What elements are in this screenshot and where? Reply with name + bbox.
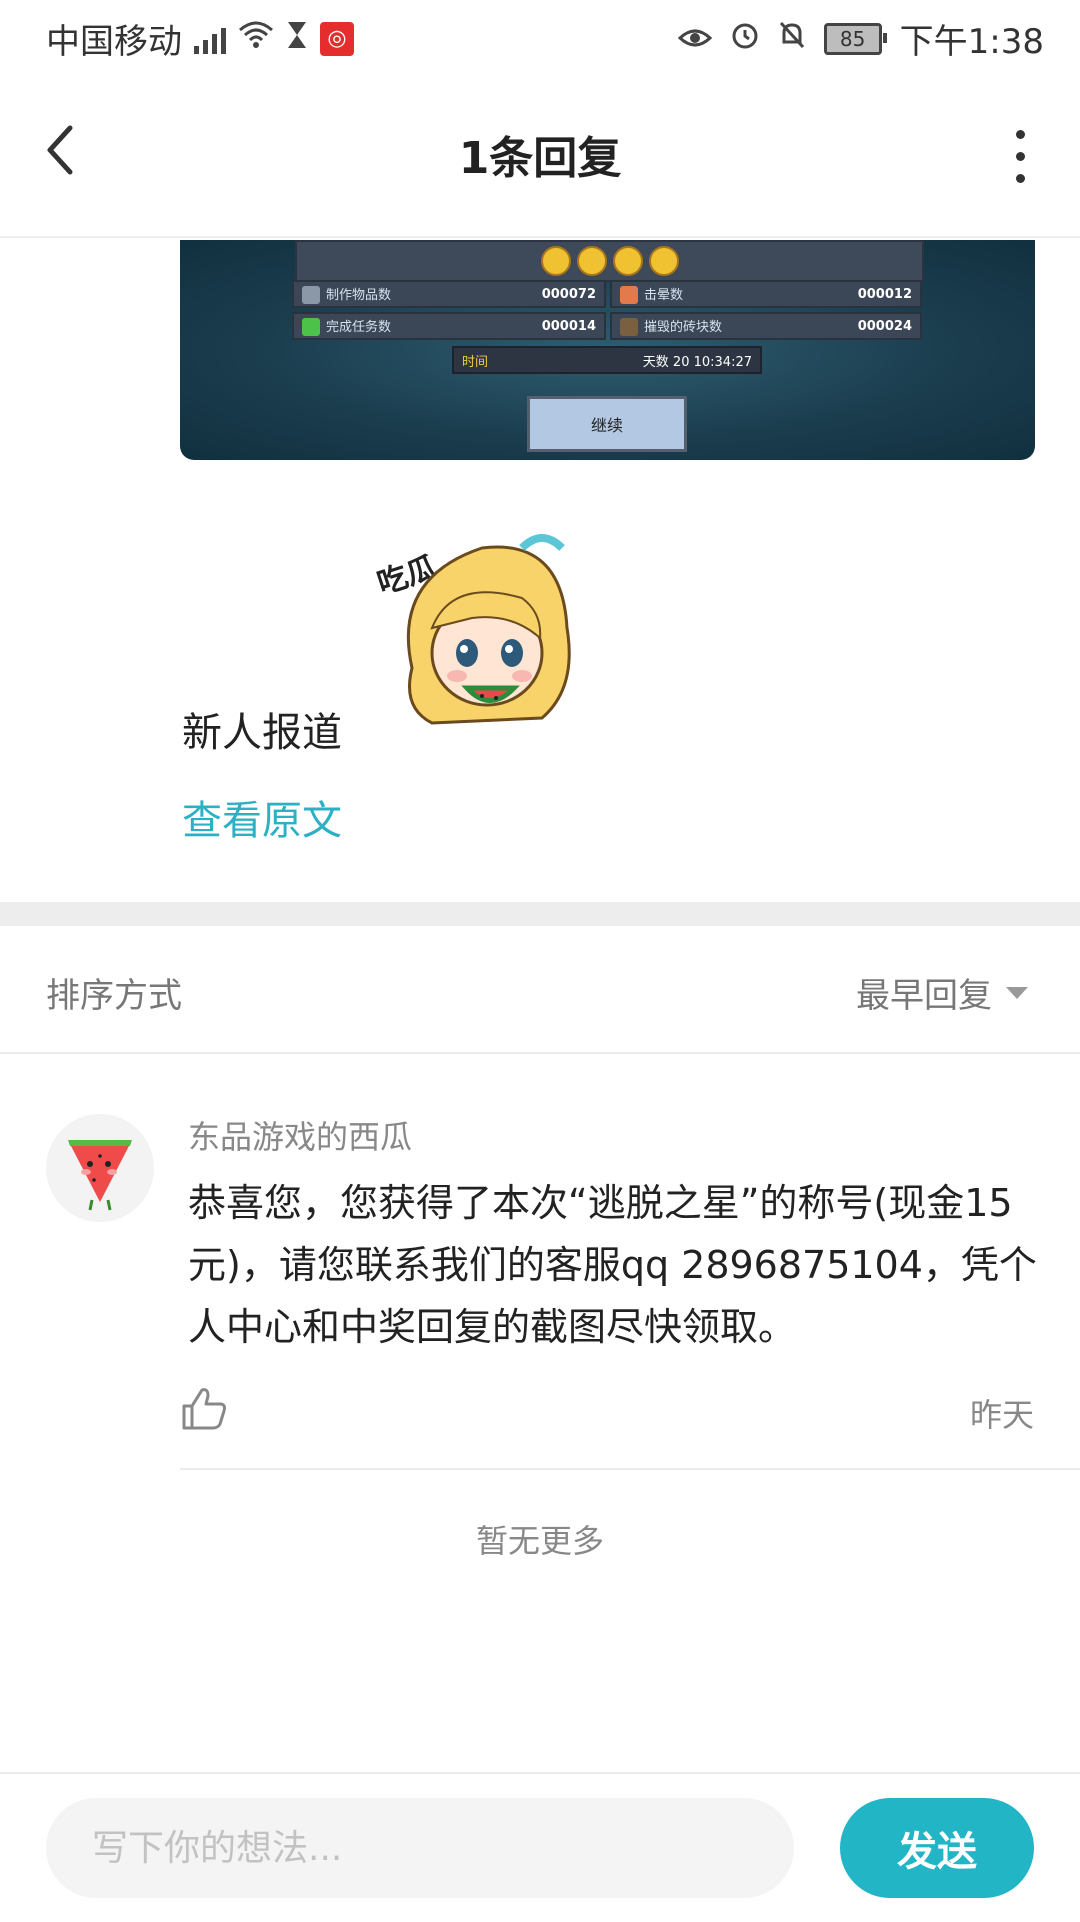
sort-value: 最早回复 bbox=[856, 976, 992, 1016]
eye-icon bbox=[677, 19, 712, 59]
time-bar: 时间 天数 20 10:34:27 bbox=[452, 346, 762, 374]
sticker-image: 吃瓜… bbox=[372, 518, 582, 743]
avatar[interactable] bbox=[46, 1114, 154, 1222]
coin-icon bbox=[576, 246, 607, 276]
netease-music-icon: ◎ bbox=[320, 21, 354, 56]
post-image[interactable]: 制作物品数 000072 击晕数 000012 完成任务数 000014 摧毁的… bbox=[180, 240, 1035, 460]
section-divider bbox=[0, 902, 1080, 926]
top-nav-bar: 1条回复 bbox=[0, 72, 1080, 238]
carrier-label: 中国移动 bbox=[46, 22, 182, 62]
alarm-icon bbox=[730, 19, 760, 59]
mute-bell-icon bbox=[778, 19, 806, 59]
reply-text: 恭喜您，您获得了本次“逃脱之星”的称号(现金15元)，请您联系我们的客服qq 2… bbox=[188, 1181, 1037, 1349]
stat-bricks: 摧毁的砖块数 000024 bbox=[610, 312, 922, 340]
thumbs-up-icon[interactable] bbox=[180, 1386, 228, 1432]
hourglass-icon bbox=[286, 19, 308, 59]
sort-label: 排序方式 bbox=[46, 976, 182, 1016]
coin-icon bbox=[648, 246, 679, 276]
caret-down-icon bbox=[1006, 986, 1028, 999]
signal-icon bbox=[194, 24, 226, 54]
sort-row: 排序方式 最早回复 bbox=[0, 926, 1080, 1054]
reply-username[interactable]: 东品游戏的西瓜 bbox=[188, 1112, 412, 1158]
reply-timestamp: 昨天 bbox=[969, 1396, 1034, 1434]
comment-composer: 发送 bbox=[0, 1772, 1080, 1922]
clock-time: 下午1:38 bbox=[899, 22, 1044, 62]
coin-row bbox=[295, 240, 924, 282]
post-body-text: 新人报道 bbox=[182, 710, 342, 756]
coin-icon bbox=[612, 246, 643, 276]
stat-quests: 完成任务数 000014 bbox=[292, 312, 606, 340]
no-more-label: 暂无更多 bbox=[475, 1522, 604, 1560]
stat-stuns: 击晕数 000012 bbox=[610, 280, 922, 308]
coin-icon bbox=[540, 246, 571, 276]
send-button[interactable]: 发送 bbox=[840, 1798, 1034, 1898]
wifi-icon bbox=[238, 19, 274, 59]
comment-input[interactable] bbox=[46, 1798, 794, 1898]
more-vertical-icon[interactable] bbox=[1010, 130, 1030, 183]
battery-icon: 85 bbox=[823, 22, 887, 55]
continue-button: 继续 bbox=[527, 396, 687, 452]
sort-dropdown[interactable]: 最早回复 bbox=[856, 968, 1028, 1017]
view-original-link[interactable]: 查看原文 bbox=[182, 788, 342, 846]
stat-crafted: 制作物品数 000072 bbox=[292, 280, 606, 308]
reply-divider bbox=[180, 1468, 1080, 1470]
page-title: 1条回复 bbox=[458, 133, 622, 184]
pickaxe-icon bbox=[620, 318, 638, 337]
tools-icon bbox=[302, 286, 320, 305]
status-bar: 中国移动 ◎ 85 下午1:38 bbox=[0, 0, 1080, 72]
fist-icon bbox=[620, 286, 638, 305]
exclamation-icon bbox=[302, 318, 320, 337]
